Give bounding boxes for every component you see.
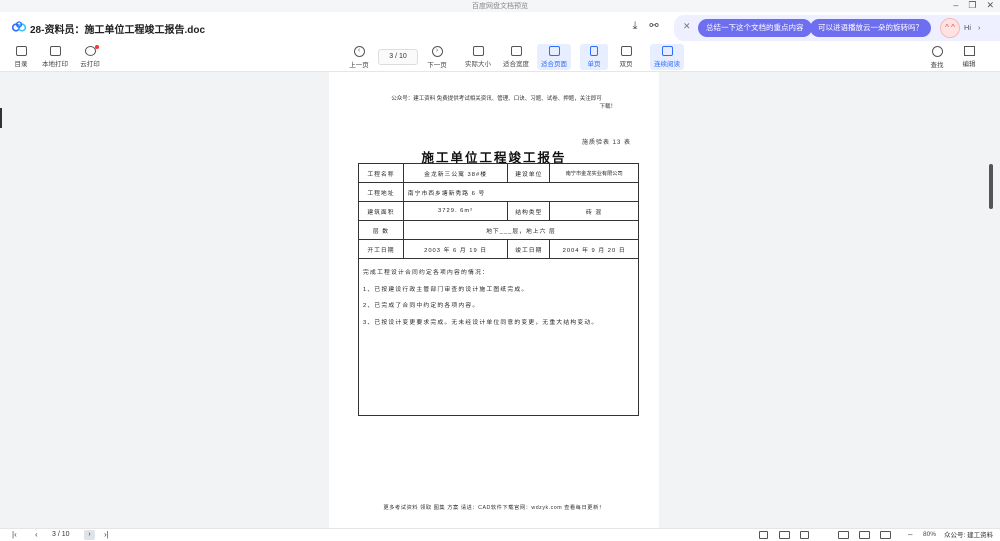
viewer-toolbar: 目录 本地打印 云打印 ‹ 上一页 › 下一页 实际大小 适合宽度 适合页面 单… bbox=[0, 42, 1000, 72]
table-cell: 竣工日期 bbox=[507, 239, 551, 259]
single-page-view-icon[interactable] bbox=[759, 531, 768, 539]
table-cell: 结构类型 bbox=[507, 201, 551, 221]
table-cell: 建设单位 bbox=[507, 163, 551, 183]
continuous-view-icon[interactable] bbox=[800, 531, 809, 539]
completion-description: 完成工程设计合同约定各项内容的情况： 1、已按建设行政主管部门审查的设计施工图纸… bbox=[358, 258, 639, 416]
share-icon[interactable]: ⚯ bbox=[648, 20, 660, 32]
form-code: 施质验表 13 表 bbox=[581, 140, 631, 146]
fit-page-view-icon[interactable] bbox=[880, 531, 891, 539]
document-page: 公众号：建工资料 免费提供考试相关资讯、管理、口诀、习题、试卷、押题，关注即可 … bbox=[329, 72, 659, 528]
actual-size-view-icon[interactable] bbox=[838, 531, 849, 539]
os-title-bar: 百度网盘文档预览 – ❐ ✕ bbox=[0, 0, 1000, 12]
table-cell: 建筑面积 bbox=[358, 201, 404, 221]
assistant-greeting[interactable]: Hi bbox=[964, 23, 971, 32]
window-title: 百度网盘文档预览 bbox=[472, 3, 528, 10]
minimize-icon[interactable]: – bbox=[953, 0, 958, 11]
actual-size-button[interactable]: 实际大小 bbox=[461, 44, 495, 70]
table-row: 开工日期 2003 年 6 月 19 日 竣工日期 2004 年 9 月 20 … bbox=[358, 239, 639, 259]
double-page-button[interactable]: 双页 bbox=[612, 44, 640, 70]
table-cell: 工程地址 bbox=[358, 182, 404, 202]
ai-suggestion-voice[interactable]: 可以进语播放云一朵的旋转吗？ bbox=[810, 19, 931, 37]
continuous-read-button[interactable]: 连续阅读 bbox=[650, 44, 684, 70]
zoom-out-icon[interactable]: – bbox=[908, 530, 912, 540]
next-page-button[interactable]: › 下一页 bbox=[420, 44, 454, 70]
edit-button[interactable]: 编辑 bbox=[954, 44, 984, 70]
ai-assistant-panel: ✕ 总结一下这个文档的重点内容 可以进语播放云一朵的旋转吗？ ^ ^ Hi › bbox=[674, 15, 1000, 41]
table-row: 层 数 地下___层，地上六 层 bbox=[358, 220, 640, 240]
table-cell: 地下___层，地上六 层 bbox=[402, 220, 640, 240]
chevron-right-icon[interactable]: › bbox=[978, 23, 981, 32]
print-icon bbox=[49, 46, 61, 56]
download-icon[interactable]: ⤓ bbox=[629, 20, 641, 32]
search-icon bbox=[931, 46, 943, 57]
arrow-down-icon: › bbox=[431, 46, 443, 57]
assistant-avatar[interactable]: ^ ^ bbox=[940, 18, 960, 38]
zoom-level[interactable]: 80% bbox=[923, 530, 936, 540]
page-footer-notice: 更多考试资料 领取 图集 方案 请进：CAD软件下载官网：wdzyk.com 查… bbox=[383, 505, 605, 511]
table-cell: 3729. 6m² bbox=[402, 201, 509, 221]
status-bar: |‹ ‹ 3 / 10 › ›| – 80% 众公号: 建工资料 bbox=[0, 528, 1000, 541]
scrollbar-thumb[interactable] bbox=[989, 164, 993, 209]
ai-suggestion-summarize[interactable]: 总结一下这个文档的重点内容 bbox=[698, 19, 812, 37]
table-cell: 砖 混 bbox=[549, 201, 639, 221]
page-header-notice: 公众号：建工资料 免费提供考试相关资讯、管理、口诀、习题、试卷、押题，关注即可 … bbox=[391, 96, 616, 110]
fit-width-icon bbox=[510, 46, 522, 56]
baidu-netdisk-logo-icon bbox=[12, 21, 26, 32]
completion-report-table: 工程名称 金龙新三公寓 38#楼 建设单位 南宁市金龙实业有限公司 工程地址 南… bbox=[358, 163, 640, 416]
actual-size-icon bbox=[472, 46, 484, 56]
table-row: 完成工程设计合同约定各项内容的情况： 1、已按建设行政主管部门审查的设计施工图纸… bbox=[358, 258, 639, 416]
local-print-button[interactable]: 本地打印 bbox=[38, 44, 72, 70]
table-cell: 南宁市西乡塘新秀路 6 号 bbox=[402, 182, 640, 202]
fit-width-view-icon[interactable] bbox=[859, 531, 870, 539]
continuous-read-icon bbox=[661, 46, 673, 56]
watermark-text: 众公号: 建工资料 bbox=[944, 532, 994, 539]
restore-icon[interactable]: ❐ bbox=[968, 0, 976, 11]
fit-page-button[interactable]: 适合页面 bbox=[537, 44, 571, 70]
first-page-icon[interactable]: |‹ bbox=[12, 530, 17, 540]
prev-page-button[interactable]: ‹ 上一页 bbox=[342, 44, 376, 70]
status-page-indicator: 3 / 10 bbox=[52, 531, 70, 538]
search-button[interactable]: 查找 bbox=[922, 44, 952, 70]
table-row: 建筑面积 3729. 6m² 结构类型 砖 混 bbox=[358, 201, 639, 221]
single-page-icon bbox=[590, 46, 598, 56]
close-icon[interactable]: ✕ bbox=[986, 0, 994, 11]
table-row: 工程地址 南宁市西乡塘新秀路 6 号 bbox=[358, 182, 640, 202]
cloud-print-icon bbox=[84, 46, 96, 56]
double-page-view-icon[interactable] bbox=[779, 531, 790, 539]
table-cell: 层 数 bbox=[358, 220, 404, 240]
table-cell: 2003 年 6 月 19 日 bbox=[402, 239, 509, 259]
outline-button[interactable]: 目录 bbox=[4, 44, 38, 70]
edit-icon bbox=[963, 46, 975, 56]
table-row: 工程名称 金龙新三公寓 38#楼 建设单位 南宁市金龙实业有限公司 bbox=[358, 163, 639, 183]
table-cell: 开工日期 bbox=[358, 239, 404, 259]
double-page-icon bbox=[620, 46, 632, 56]
table-cell: 金龙新三公寓 38#楼 bbox=[402, 163, 509, 183]
prev-page-icon[interactable]: ‹ bbox=[35, 530, 38, 540]
sidebar-collapse-handle[interactable] bbox=[0, 108, 2, 128]
last-page-icon[interactable]: ›| bbox=[104, 530, 109, 540]
notification-dot bbox=[95, 45, 99, 49]
outline-icon bbox=[15, 46, 27, 56]
arrow-up-icon: ‹ bbox=[353, 46, 365, 57]
cloud-print-button[interactable]: 云打印 bbox=[73, 44, 107, 70]
table-cell: 南宁市金龙实业有限公司 bbox=[549, 163, 639, 183]
fit-page-icon bbox=[548, 46, 560, 56]
table-cell: 2004 年 9 月 20 日 bbox=[549, 239, 639, 259]
document-title: 28-资料员：施工单位工程竣工报告.doc bbox=[30, 25, 206, 36]
fit-width-button[interactable]: 适合宽度 bbox=[499, 44, 533, 70]
close-suggestions-icon[interactable]: ✕ bbox=[683, 21, 691, 32]
single-page-button[interactable]: 单页 bbox=[580, 44, 608, 70]
vertical-scrollbar[interactable] bbox=[988, 72, 994, 528]
document-header: 28-资料员：施工单位工程竣工报告.doc ⤓ ⚯ ✕ 总结一下这个文档的重点内… bbox=[0, 12, 1000, 42]
table-cell: 工程名称 bbox=[358, 163, 404, 183]
page-number-input[interactable]: 3 / 10 bbox=[378, 49, 418, 65]
next-page-icon[interactable]: › bbox=[84, 530, 95, 540]
